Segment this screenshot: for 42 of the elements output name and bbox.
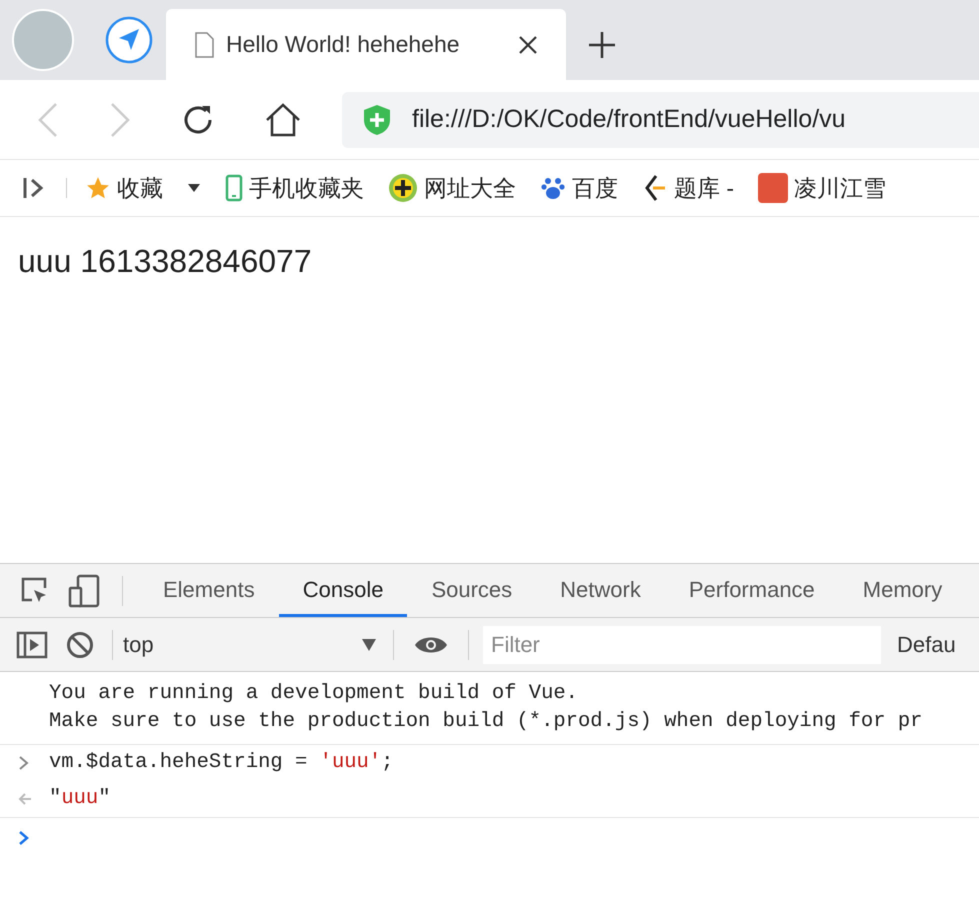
navigation-icon[interactable] bbox=[104, 15, 154, 65]
sidebar-panel-icon[interactable] bbox=[16, 630, 48, 658]
device-toolbar-icon[interactable] bbox=[68, 574, 100, 608]
shield-icon bbox=[362, 104, 392, 136]
star-icon bbox=[85, 175, 111, 201]
close-icon[interactable] bbox=[518, 34, 538, 54]
console-message: Make sure to use the production build (*.prod.js) when deploying for pr bbox=[49, 709, 924, 735]
plus-circle-icon bbox=[388, 173, 418, 203]
page-text: uuu 1613382846077 bbox=[18, 242, 313, 281]
bookmark[interactable]: 手机收藏夹 bbox=[225, 170, 364, 206]
command-text: vm.$data.heheString = 'uuu'; bbox=[49, 750, 394, 776]
phone-icon bbox=[225, 174, 243, 202]
address-bar[interactable]: file:///D:/OK/Code/frontEnd/vueHello/vu bbox=[342, 92, 979, 148]
chevron-icon bbox=[18, 755, 30, 771]
filter-field[interactable]: Filter bbox=[483, 626, 881, 664]
prompt-icon[interactable] bbox=[18, 830, 30, 846]
bookmark[interactable]: 题库 - bbox=[642, 170, 734, 206]
devtools-tab[interactable]: Memory bbox=[838, 564, 966, 617]
document-icon bbox=[194, 32, 214, 58]
bookmark[interactable]: 收藏 bbox=[85, 170, 201, 206]
browser-tab[interactable]: Hello World! hehehehe bbox=[166, 9, 566, 80]
console-message: You are running a development build of Vue. bbox=[49, 681, 579, 707]
devtools-tab[interactable]: Performance bbox=[664, 564, 839, 617]
bookmark[interactable]: 网址大全 bbox=[388, 170, 516, 206]
home-icon[interactable] bbox=[264, 102, 302, 138]
levels-dropdown[interactable]: Defau bbox=[897, 628, 956, 661]
tab-title: Hello World! hehehehe bbox=[226, 30, 461, 60]
return-arrow-icon bbox=[18, 792, 32, 806]
bookmark[interactable]: 百度 bbox=[540, 170, 618, 206]
caret-icon bbox=[361, 638, 377, 652]
devtools-tab[interactable]: Network bbox=[536, 564, 665, 617]
dropdown-caret-icon[interactable] bbox=[187, 183, 201, 193]
context-selector[interactable]: top bbox=[123, 628, 393, 661]
paw-icon bbox=[540, 175, 566, 201]
clear-icon[interactable] bbox=[66, 630, 94, 658]
url-text: file:///D:/OK/Code/frontEnd/vueHello/vu bbox=[412, 104, 846, 135]
devtools-tab[interactable]: Sources bbox=[407, 564, 536, 617]
new-tab-icon[interactable] bbox=[588, 30, 616, 58]
devtools-tab[interactable]: Elements bbox=[139, 564, 279, 617]
bookmark[interactable]: 凌川江雪 bbox=[758, 170, 886, 206]
app-icon bbox=[758, 173, 788, 203]
result-text: "uuu" bbox=[49, 786, 111, 812]
